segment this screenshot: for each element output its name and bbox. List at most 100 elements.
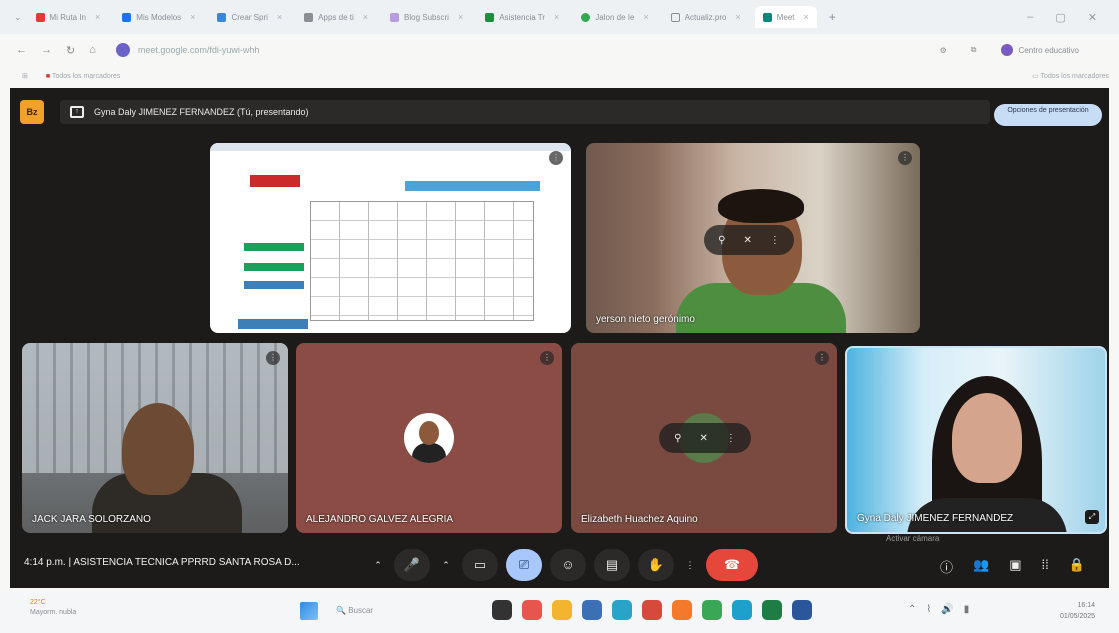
info-icon[interactable]: ⓘ [940, 557, 953, 576]
chevron-up-icon[interactable]: ⌃ [908, 604, 916, 615]
mute-participant-icon[interactable]: ✕ [743, 235, 751, 246]
activities-icon[interactable]: ⁞⁞ [1042, 557, 1049, 576]
browser-tab[interactable]: Apps de ti × [296, 6, 376, 28]
avatar [404, 413, 454, 463]
people-icon[interactable]: 👥 [973, 557, 989, 576]
end-call-icon[interactable]: ☎ [706, 549, 758, 581]
bookmark-item[interactable]: ■ Todos los marcadores [46, 73, 121, 80]
site-info-icon[interactable] [115, 43, 130, 57]
participant-tile[interactable]: ⋮ JACK JARA SOLORZANO [22, 343, 288, 533]
more-options-icon[interactable]: ⋮ [770, 235, 780, 246]
excel-icon[interactable] [762, 600, 782, 620]
back-icon[interactable]: ← [16, 44, 27, 56]
browser-tab[interactable]: Blog Subscri × [382, 6, 471, 28]
reload-icon[interactable]: ↻ [66, 44, 75, 57]
firefox-icon[interactable] [672, 600, 692, 620]
browser-tab[interactable]: Asistencia Tr × [477, 6, 567, 28]
host-controls-icon[interactable]: 🔒 [1069, 557, 1085, 576]
widgets-icon[interactable] [522, 600, 542, 620]
pin-icon[interactable]: ⚲ [674, 433, 681, 444]
more-options-icon[interactable]: ⋮ [726, 433, 736, 444]
all-bookmarks-button[interactable]: ▭ Todos los marcadores [1032, 72, 1119, 80]
close-icon[interactable]: × [277, 12, 282, 22]
presentation-options-button[interactable]: Opciones de presentación [994, 104, 1102, 126]
close-icon[interactable]: × [735, 12, 740, 22]
shared-doc-side-block [244, 263, 304, 271]
url-field[interactable]: meet.google.com/fdi-yuwi-whh [110, 39, 590, 61]
camera-tooltip: Activar cámara [886, 534, 940, 543]
chat-icon[interactable]: ▣ [1009, 557, 1021, 576]
edge-icon[interactable] [612, 600, 632, 620]
close-icon[interactable]: × [804, 12, 809, 22]
present-screen-icon[interactable]: ⎚ [506, 549, 542, 581]
store-icon[interactable] [582, 600, 602, 620]
tile-menu-icon[interactable]: ⋮ [266, 351, 280, 365]
meet-header: Bz ↑ Gyna Daly JIMENEZ FERNANDEZ (Tú, pr… [10, 88, 1109, 134]
volume-icon[interactable]: 🔊 [941, 604, 953, 615]
close-icon[interactable]: × [190, 12, 195, 22]
video-options-icon[interactable]: ⌃ [438, 549, 454, 581]
code-icon [304, 12, 314, 22]
pin-icon[interactable]: ⚲ [718, 235, 725, 246]
participant-tile[interactable]: ⚲ ✕ ⋮ ⋮ Elizabeth Huachez Aquino [571, 343, 837, 533]
drive-icon [122, 12, 132, 22]
tile-menu-icon[interactable]: ⋮ [815, 351, 829, 365]
shared-doc-title-bar [405, 181, 540, 191]
new-tab-button[interactable]: + [829, 10, 836, 24]
weather-widget[interactable]: 22°C Mayorm. nubla [30, 598, 76, 618]
close-icon[interactable]: × [643, 12, 648, 22]
self-view-expand-icon[interactable]: ⤢ [1085, 510, 1099, 524]
browser-tab[interactable]: Crear Spri × [209, 6, 290, 28]
start-icon[interactable] [300, 602, 318, 620]
reactions-icon[interactable]: ☺ [550, 549, 586, 581]
taskbar-search[interactable]: 🔍 Buscar [330, 602, 450, 620]
tile-menu-icon[interactable]: ⋮ [549, 151, 563, 165]
browser-tab[interactable]: Actualiz.pro × [663, 6, 749, 28]
captions-icon[interactable]: ▤ [594, 549, 630, 581]
network-icon[interactable]: ⌇ [926, 604, 931, 615]
participant-tile[interactable]: ⋮ ALEJANDRO GALVEZ ALEGRIA [296, 343, 562, 533]
browser-tab[interactable]: Mi Ruta In × [28, 6, 109, 28]
minimize-icon[interactable]: – [1027, 11, 1033, 24]
close-icon[interactable]: × [554, 12, 559, 22]
maximize-icon[interactable]: ▢ [1055, 11, 1065, 24]
app-icon[interactable] [732, 600, 752, 620]
mute-participant-icon[interactable]: ✕ [699, 433, 707, 444]
battery-icon[interactable]: ▮ [964, 604, 970, 615]
screen-share-tile[interactable]: ⋮ [210, 143, 571, 333]
audio-options-icon[interactable]: ⌃ [370, 549, 386, 581]
forward-icon[interactable]: → [41, 44, 52, 56]
page-icon [670, 12, 680, 22]
extensions-icon[interactable]: ⚙ [940, 46, 947, 55]
camera-icon[interactable]: ▭ [462, 549, 498, 581]
close-icon[interactable]: × [95, 12, 100, 22]
close-icon[interactable]: × [363, 12, 368, 22]
home-icon[interactable]: ⌂ [89, 44, 96, 56]
call-controls: ⌃ 🎤 ⌃ ▭ ⎚ ☺ ▤ ✋ ⋮ ☎ [370, 549, 758, 581]
browser-tab-active[interactable]: Meet × [754, 6, 817, 28]
taskbar-clock[interactable]: 16:14 01/05/2025 [1060, 600, 1095, 622]
browser-tab[interactable]: Mis Modelos × [114, 6, 203, 28]
close-window-icon[interactable]: ✕ [1088, 11, 1097, 24]
more-options-icon[interactable]: ⋮ [682, 549, 698, 581]
tab-search-icon[interactable]: ⌄ [14, 12, 22, 23]
sidepanel-icon[interactable]: ⧉ [971, 45, 977, 55]
tile-menu-icon[interactable]: ⋮ [898, 151, 912, 165]
browser-tab[interactable]: Jalon de Ie × [573, 6, 656, 28]
chrome-icon[interactable] [642, 600, 662, 620]
profile-chip[interactable]: ⚙ ⧉ Centro educativo [940, 44, 1119, 56]
word-icon[interactable] [792, 600, 812, 620]
tile-menu-icon[interactable]: ⋮ [540, 351, 554, 365]
shared-doc-footer [238, 319, 308, 329]
close-icon[interactable]: × [458, 12, 463, 22]
microphone-icon[interactable]: 🎤 [394, 549, 430, 581]
raise-hand-icon[interactable]: ✋ [638, 549, 674, 581]
participant-tile[interactable]: ⚲ ✕ ⋮ ⋮ yerson nieto gerónimo [586, 143, 920, 333]
task-view-icon[interactable] [492, 600, 512, 620]
file-explorer-icon[interactable] [552, 600, 572, 620]
chrome-profile-icon[interactable] [702, 600, 722, 620]
apps-grid-icon[interactable]: ⊞ [22, 72, 28, 80]
self-view-tile[interactable]: Gyna Daly JIMENEZ FERNANDEZ ⤢ [845, 346, 1107, 534]
participant-name: ALEJANDRO GALVEZ ALEGRIA [306, 514, 454, 525]
shared-doc-logo [250, 175, 300, 187]
